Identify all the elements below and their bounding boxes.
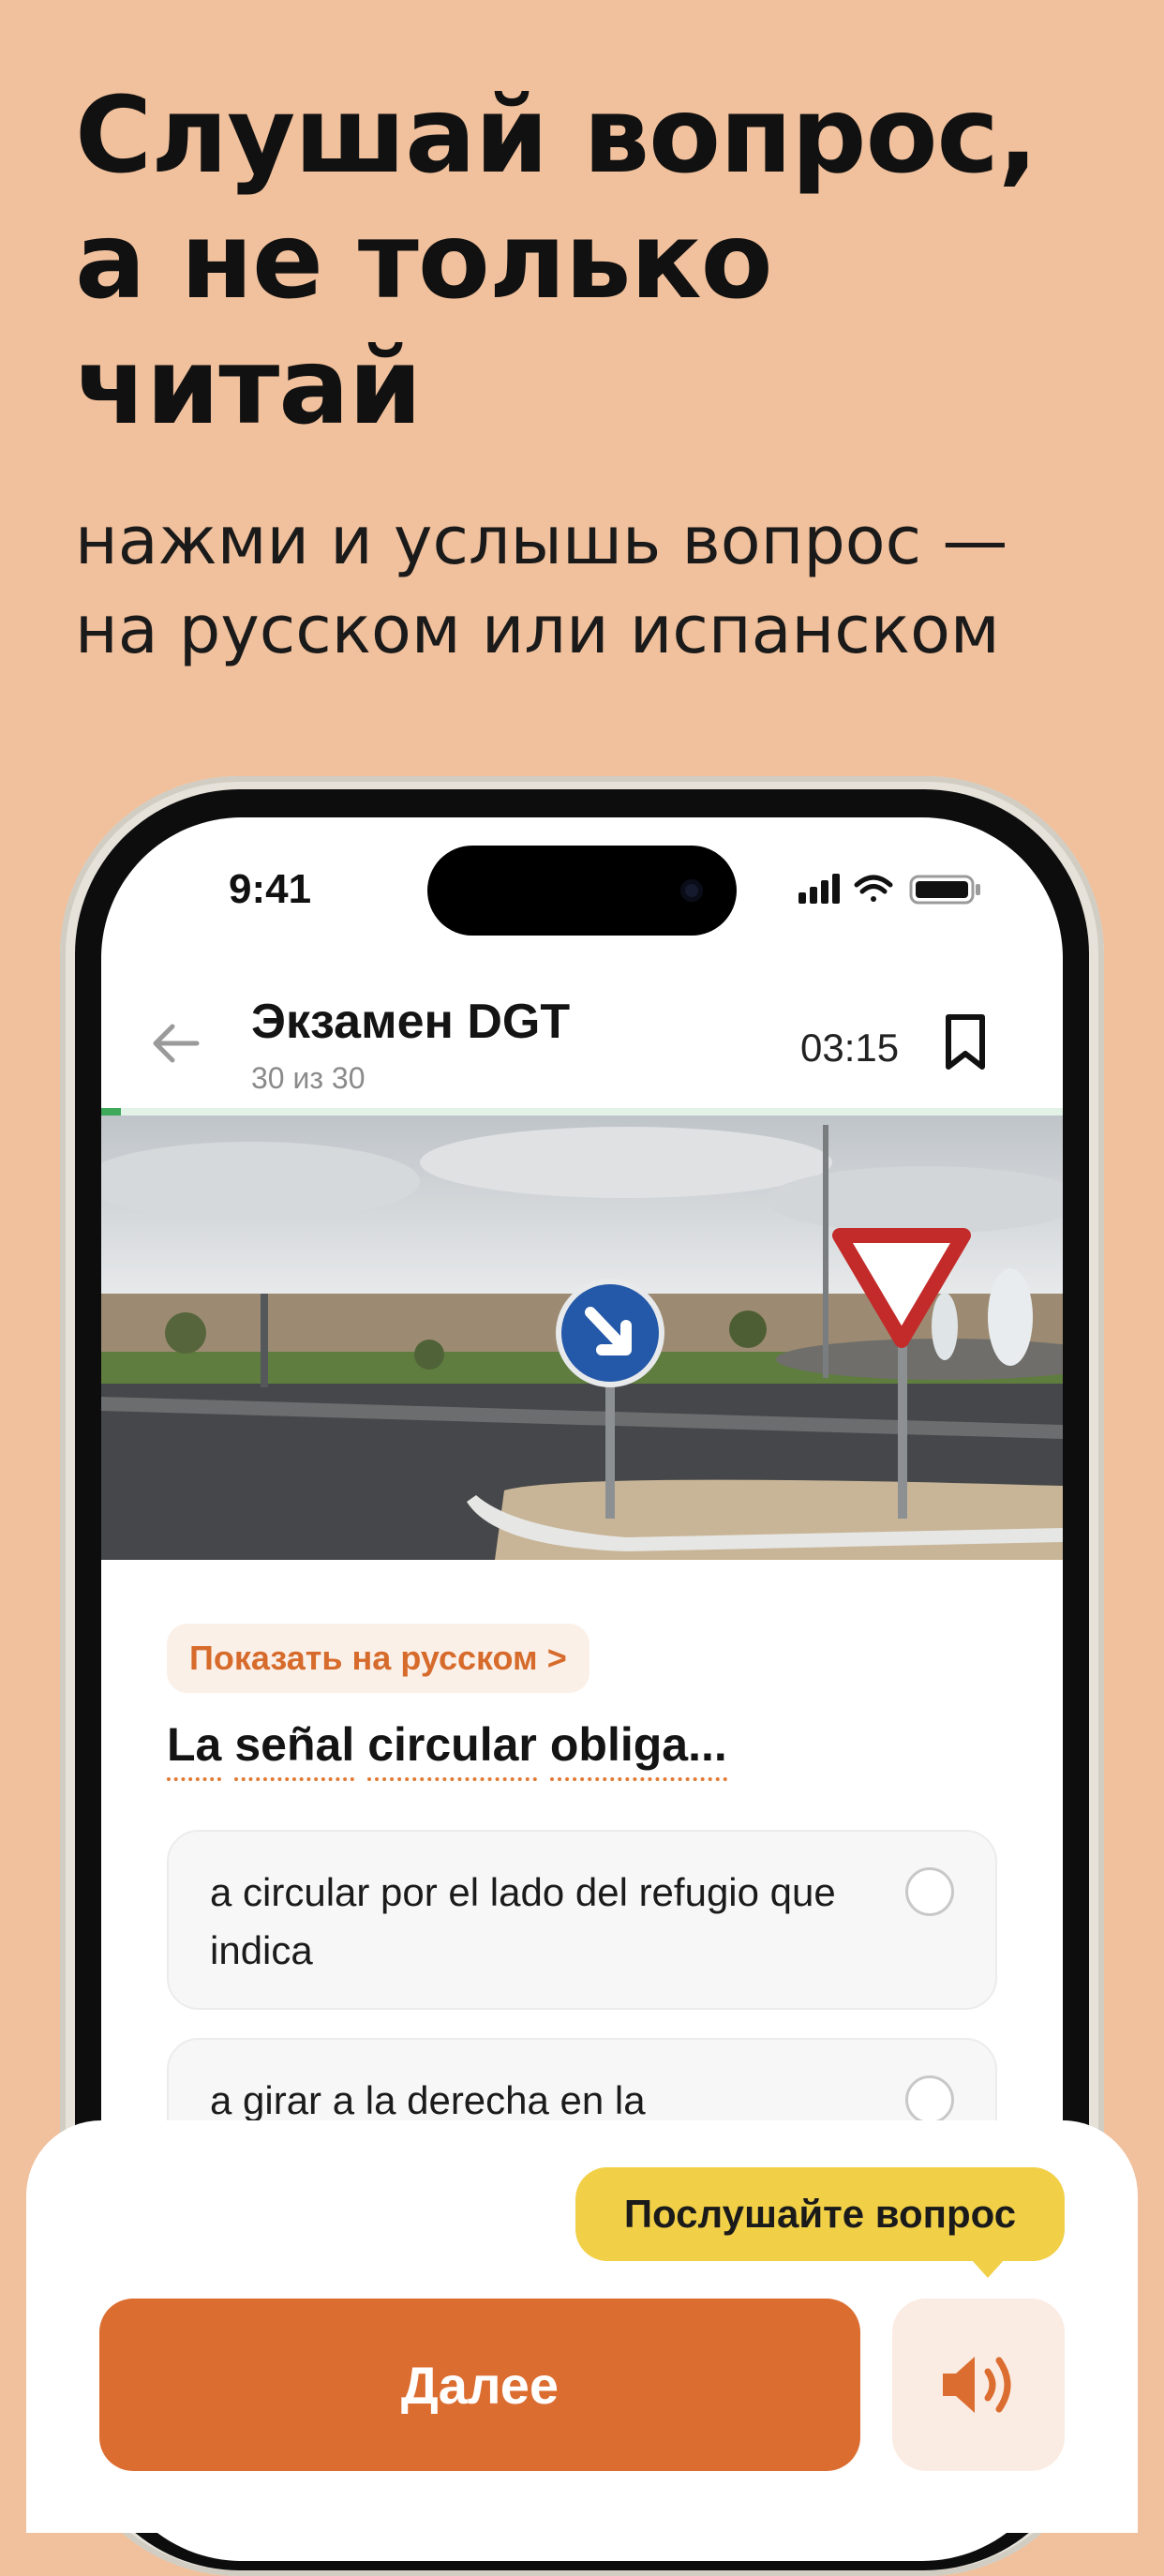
- question-word[interactable]: La: [167, 1717, 222, 1781]
- headline-line-2: а не только: [75, 201, 773, 322]
- subline-line-2: на русском или испанском: [75, 592, 1000, 668]
- promo-headline: Слушай вопрос, а не только читай: [75, 73, 1125, 450]
- status-time: 9:41: [229, 866, 312, 912]
- exam-progress-bar: [101, 1108, 1063, 1116]
- tooltip-pointer: [971, 2259, 1005, 2278]
- answer-radio[interactable]: [905, 1867, 954, 1916]
- question-word[interactable]: señal: [234, 1717, 355, 1781]
- progress-fill: [101, 1108, 121, 1116]
- answer-text: a circular por el lado del refugio que i…: [210, 1870, 836, 1972]
- exam-timer: 03:15: [800, 1026, 900, 1070]
- signal-icon: [798, 874, 840, 904]
- answer-option[interactable]: a circular por el lado del refugio que i…: [167, 1830, 997, 2010]
- exam-header: Экзамен DGT 30 из 30 03:15: [101, 982, 1063, 1104]
- question-word[interactable]: circular: [367, 1717, 537, 1781]
- question-image: [101, 1116, 1063, 1560]
- speaker-icon: [943, 2357, 1011, 2413]
- status-icons: [798, 874, 980, 905]
- exam-title: Экзамен DGT: [251, 995, 571, 1049]
- promo-subline: нажми и услышь вопрос — на русском или и…: [75, 497, 1143, 675]
- show-in-russian-button[interactable]: Показать на русском >: [167, 1624, 589, 1693]
- question-word[interactable]: obliga...: [549, 1717, 727, 1781]
- listen-tooltip: Послушайте вопрос: [575, 2167, 1065, 2261]
- next-button[interactable]: Далее: [99, 2299, 860, 2471]
- question-text: La señal circular obliga...: [167, 1717, 740, 1781]
- headline-line-1: Слушай вопрос,: [75, 75, 1037, 197]
- arrow-left-icon[interactable]: [148, 1016, 202, 1071]
- answer-radio[interactable]: [905, 2075, 954, 2124]
- battery-icon: [909, 875, 980, 905]
- headline-line-3: читай: [75, 326, 422, 448]
- bookmark-icon[interactable]: [941, 1012, 990, 1072]
- listen-question-button[interactable]: [892, 2299, 1065, 2471]
- camera-icon: [680, 879, 703, 902]
- question-counter: 30 из 30: [251, 1061, 366, 1095]
- dynamic-island: [427, 846, 737, 936]
- wifi-icon: [854, 875, 893, 902]
- subline-line-1: нажми и услышь вопрос —: [75, 502, 1008, 579]
